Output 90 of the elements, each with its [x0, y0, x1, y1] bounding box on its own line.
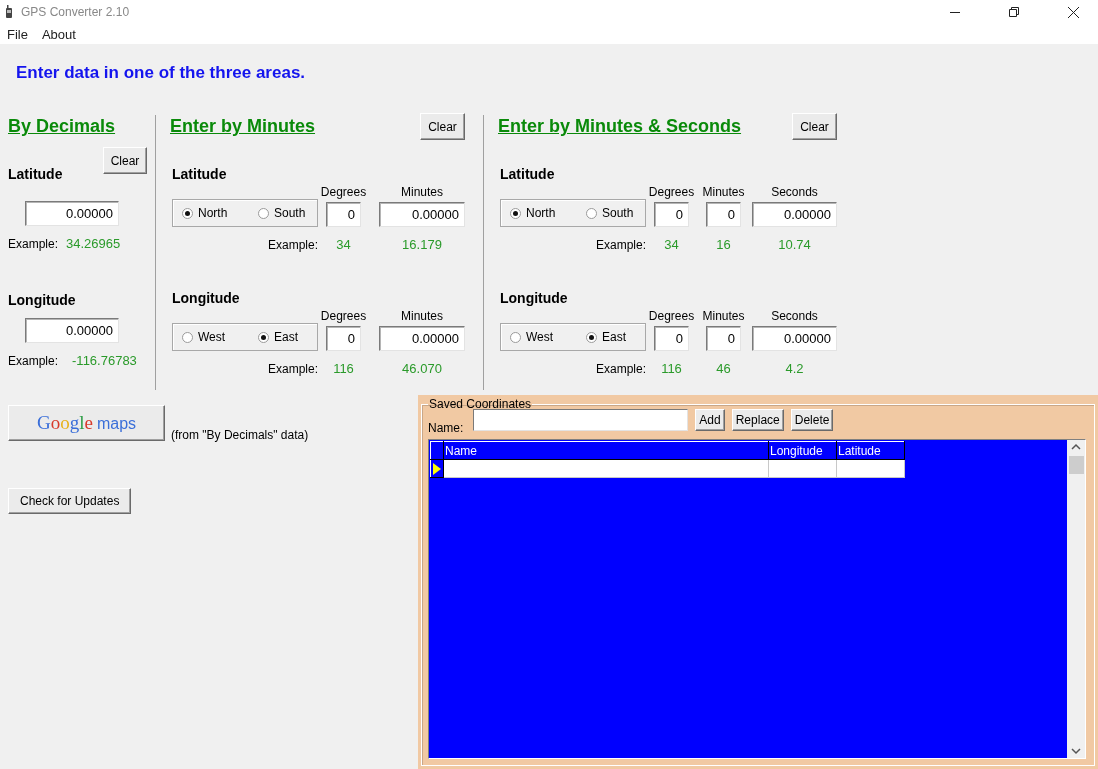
column-header: Degrees	[320, 184, 367, 200]
window-title: GPS Converter 2.10	[21, 5, 130, 19]
example-value: 46	[716, 361, 731, 376]
column-header: Degrees	[320, 308, 367, 324]
number-field[interactable]: 0.00000	[752, 326, 837, 351]
scroll-thumb[interactable]	[1068, 456, 1084, 474]
action-button[interactable]: Add	[695, 409, 725, 431]
column-header: Seconds	[771, 308, 818, 324]
note-text: (from "By Decimals" data)	[171, 428, 309, 442]
radio-button[interactable]: West	[510, 330, 564, 344]
example-value: 4.2	[785, 361, 804, 376]
number-field[interactable]: 0.00000	[379, 202, 465, 227]
radio-icon[interactable]	[510, 207, 521, 219]
coordinate-label: Latitude	[500, 166, 556, 182]
section-heading: Enter by Minutes & Seconds	[498, 115, 742, 138]
example-label: Example:	[267, 237, 318, 252]
example-label: Example:	[595, 237, 646, 252]
number-field[interactable]: 0	[326, 326, 361, 351]
panel-title: Saved Coordinates	[428, 397, 533, 411]
column-header: Minutes	[401, 184, 443, 200]
example-label: Example:	[8, 354, 59, 368]
column-header[interactable]: Latitude	[836, 441, 905, 460]
example-value: 16.179	[402, 237, 442, 252]
name-label: Name:	[428, 421, 464, 435]
coordinate-label: Latitude	[8, 166, 63, 182]
radio-button[interactable]: East	[258, 330, 312, 344]
number-field[interactable]: 0	[706, 326, 741, 351]
coordinate-label: Longitude	[500, 290, 569, 306]
action-button[interactable]: Replace	[731, 409, 784, 431]
radio-icon[interactable]	[258, 331, 269, 343]
section-heading: Enter by Minutes	[170, 115, 316, 138]
current-row-icon	[433, 462, 441, 475]
example-label: Example:	[595, 361, 646, 376]
radio-button[interactable]: South	[258, 206, 312, 220]
number-field[interactable]: 0.00000	[25, 318, 119, 343]
number-field[interactable]: 0	[654, 326, 689, 351]
action-button[interactable]: Delete	[790, 409, 834, 431]
column-header[interactable]: Longitude	[768, 441, 837, 460]
example-value: 34	[336, 237, 351, 252]
restore-icon[interactable]	[1009, 6, 1019, 17]
example-value: 10.74	[778, 237, 811, 252]
section-heading: By Decimals	[8, 115, 117, 138]
coordinate-label: Longitude	[8, 292, 76, 308]
radio-icon[interactable]	[586, 207, 597, 219]
number-field[interactable]: 0.00000	[752, 202, 837, 227]
column-header: Degrees	[648, 308, 695, 324]
example-label: Example:	[267, 361, 318, 376]
menu-item[interactable]: File	[7, 26, 28, 42]
radio-icon[interactable]	[510, 331, 521, 343]
column-header[interactable]: Name	[443, 441, 769, 460]
column-header: Degrees	[648, 184, 695, 200]
coordinate-label: Latitude	[172, 166, 228, 182]
radio-button[interactable]: North	[182, 206, 236, 220]
example-value: 46.070	[402, 361, 442, 376]
google-maps-button[interactable]: Google maps	[8, 405, 165, 441]
close-icon[interactable]	[1068, 6, 1079, 18]
example-label: Example:	[8, 237, 59, 251]
example-value: 116	[661, 361, 682, 376]
example-value: 34.26965	[66, 236, 121, 251]
column-header: Seconds	[771, 184, 818, 200]
example-value: 116	[333, 361, 354, 376]
coordinate-label: Longitude	[172, 290, 241, 306]
radio-button[interactable]: North	[510, 206, 564, 220]
column-header: Minutes	[401, 308, 443, 324]
check-updates-button[interactable]: Check for Updates	[8, 488, 132, 514]
radio-button[interactable]: East	[586, 330, 640, 344]
radio-icon[interactable]	[182, 331, 193, 343]
example-value: 16	[716, 237, 731, 252]
radio-icon[interactable]	[258, 207, 269, 219]
name-field[interactable]	[473, 409, 689, 431]
column-header: Minutes	[702, 184, 745, 200]
number-field[interactable]: 0.00000	[25, 201, 119, 226]
radio-button[interactable]: West	[182, 330, 236, 344]
number-field[interactable]: 0.00000	[379, 326, 465, 351]
example-value: -116.76783	[72, 353, 137, 368]
column-header: Minutes	[702, 308, 745, 324]
example-value: 34	[664, 237, 679, 252]
vertical-scrollbar[interactable]	[1067, 440, 1085, 758]
clear-button[interactable]: Clear	[103, 147, 147, 174]
radio-icon[interactable]	[182, 207, 193, 219]
menu-item[interactable]: About	[41, 26, 76, 42]
clear-button[interactable]: Clear	[420, 113, 465, 140]
number-field[interactable]: 0	[706, 202, 741, 227]
number-field[interactable]: 0	[326, 202, 361, 227]
instruction-text: Enter data in one of the three areas.	[15, 62, 307, 84]
gps-device-icon	[5, 5, 13, 19]
radio-icon[interactable]	[586, 331, 597, 343]
clear-button[interactable]: Clear	[792, 113, 837, 140]
number-field[interactable]: 0	[654, 202, 689, 227]
radio-button[interactable]: South	[586, 206, 640, 220]
